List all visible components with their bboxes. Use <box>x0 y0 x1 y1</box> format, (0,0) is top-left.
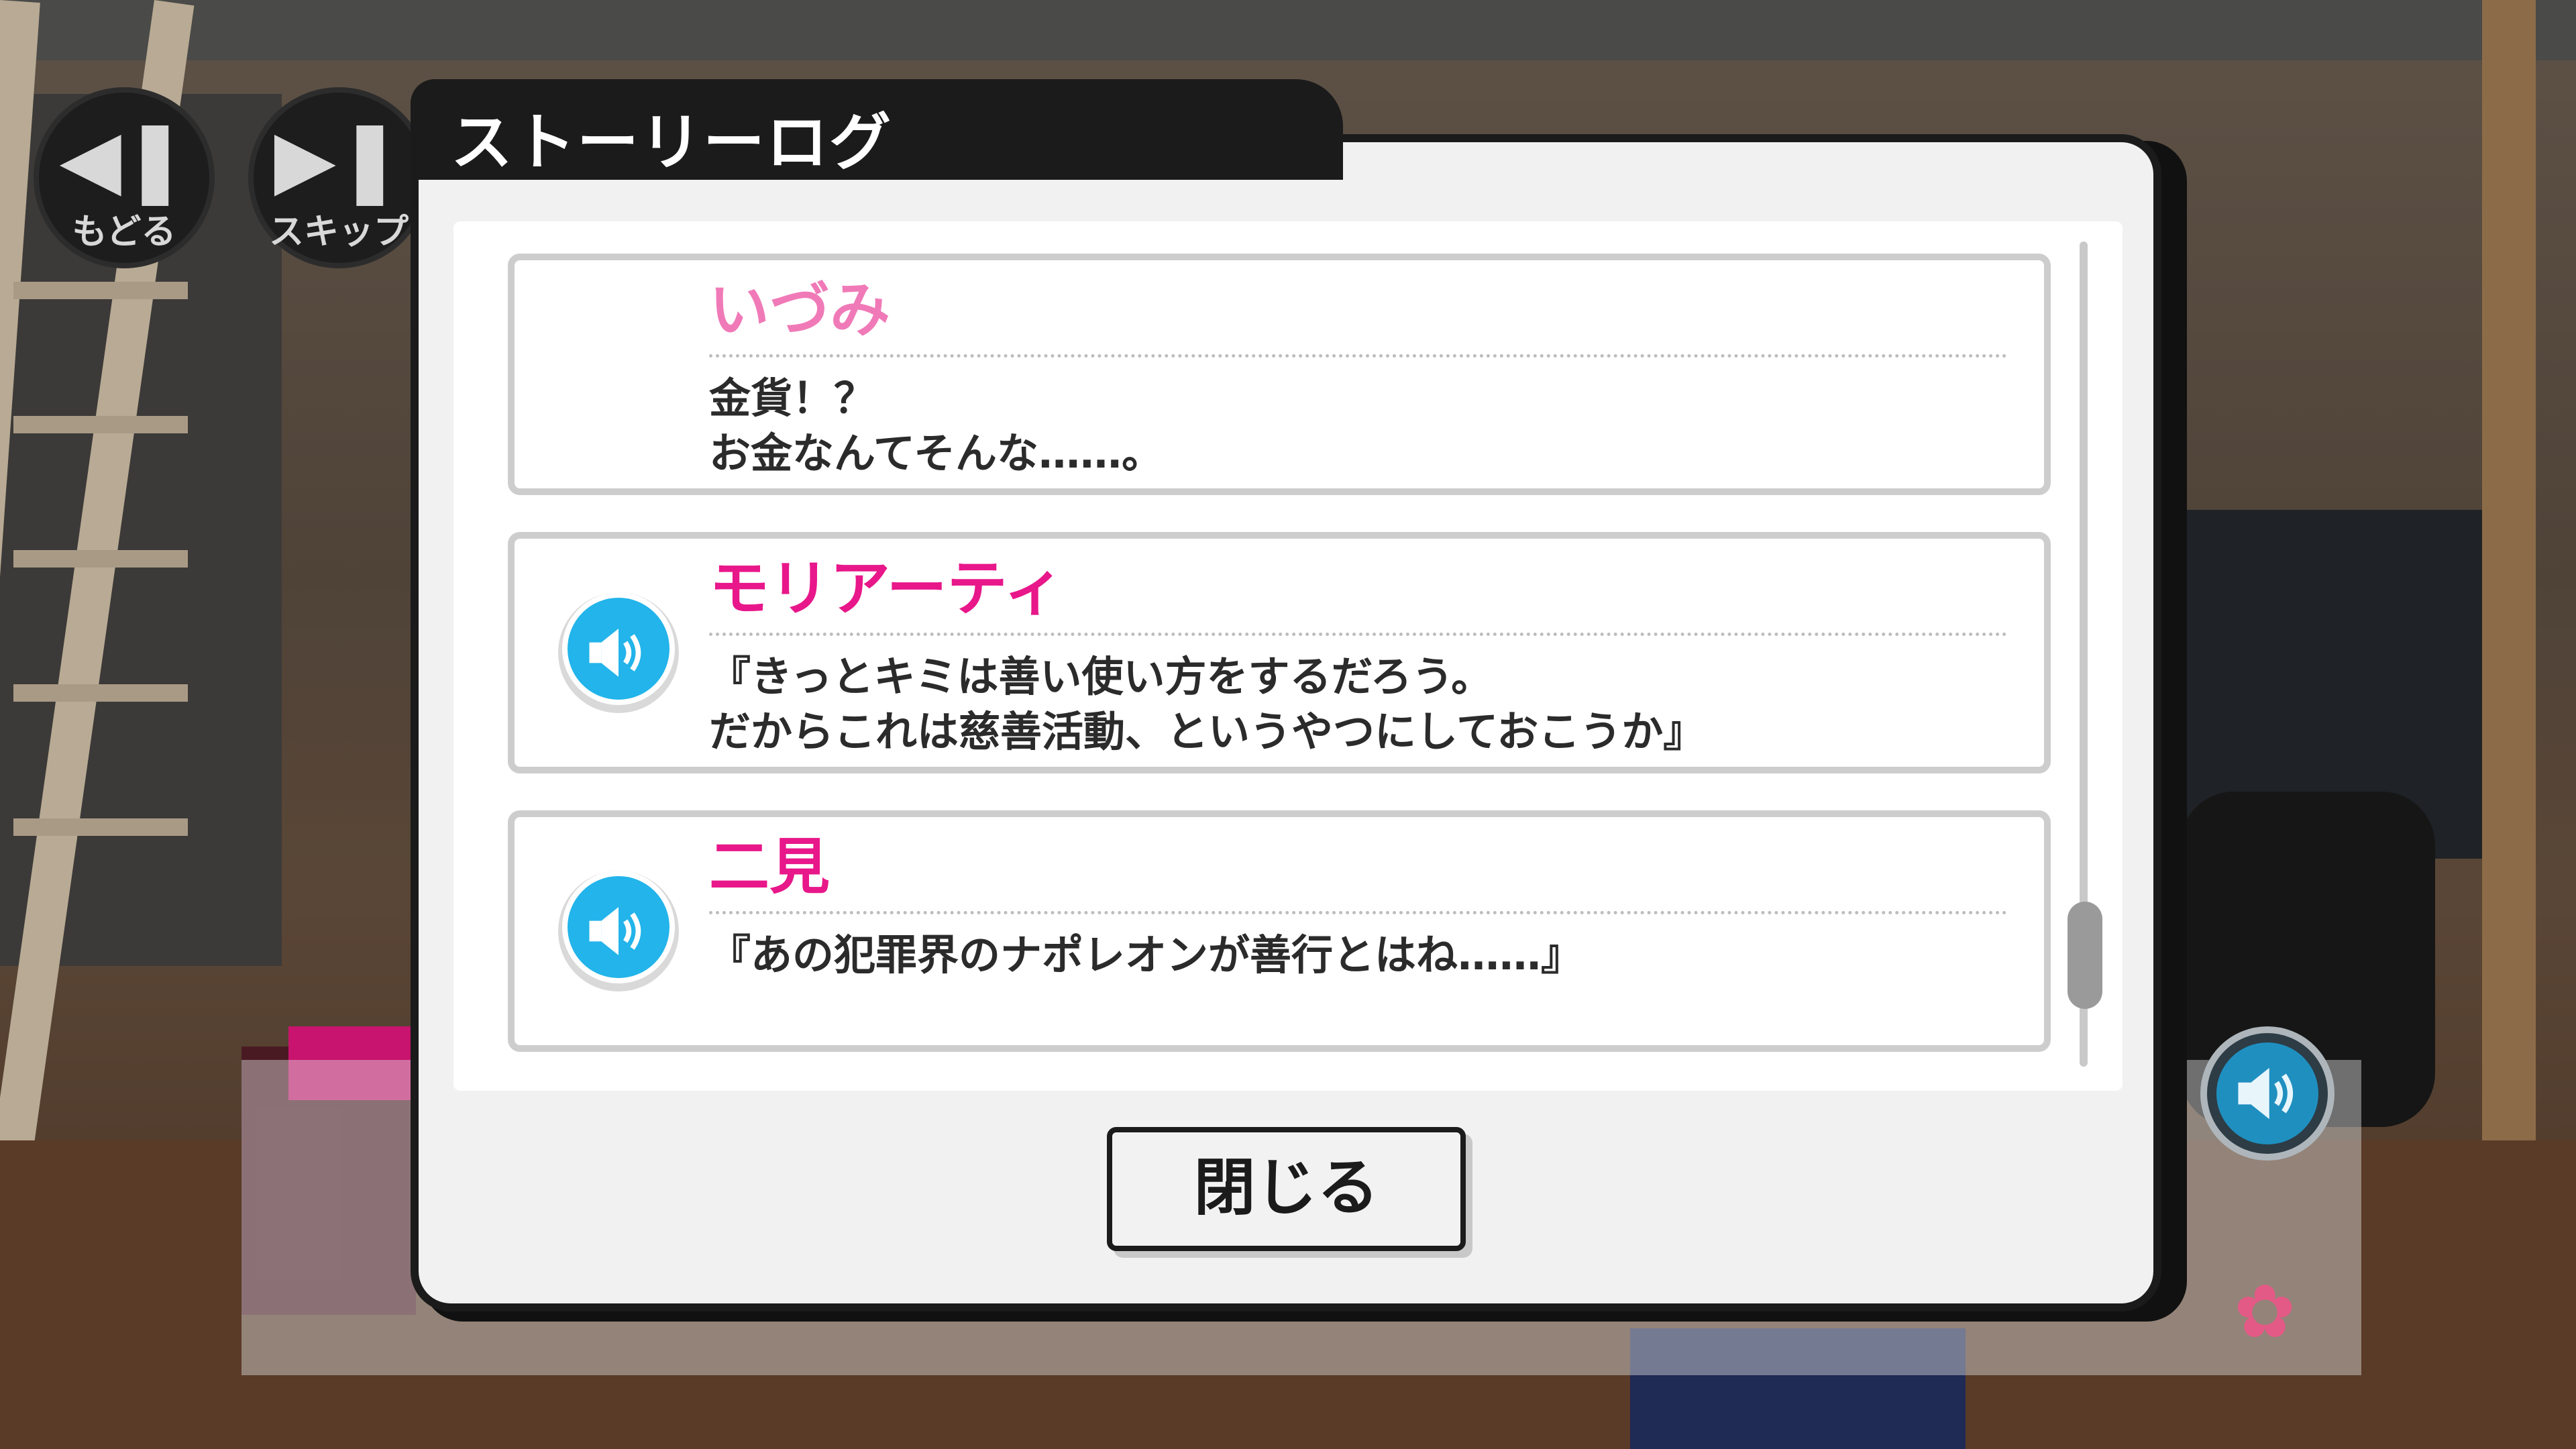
entry-divider <box>709 911 2007 914</box>
speaker-name: いづみ <box>709 275 890 345</box>
skip-icon: ▶❚ <box>274 113 404 206</box>
speaker-icon <box>589 907 641 955</box>
dialog-title: ストーリーログ <box>451 107 893 178</box>
rewind-icon: ◀❚ <box>59 113 189 206</box>
back-button[interactable]: ◀❚ もどる <box>34 87 215 268</box>
skip-button[interactable]: ▶❚ スキップ <box>248 87 429 268</box>
dialogue-text: 『きっとキミは善い使い方をするだろう。 だからこれは慈善活動、というやつにしてお… <box>709 652 1705 756</box>
log-entry: 二見 『あの犯罪界のナポレオンが善行とはね……』 <box>508 810 2051 1052</box>
dialogue-text: 金貨！？ お金なんてそんな……。 <box>709 374 1164 478</box>
entry-divider <box>709 633 2007 636</box>
speaker-icon <box>589 629 641 677</box>
entry-divider <box>709 354 2007 358</box>
close-button-label: 閉じる <box>1193 1152 1379 1224</box>
voice-replay-button[interactable] <box>558 871 679 991</box>
speaker-name: モリアーティ <box>709 553 1065 624</box>
flower-icon: ✿ <box>2234 1269 2296 1354</box>
log-entry: モリアーティ 『きっとキミは善い使い方をするだろう。 だからこれは慈善活動、とい… <box>508 532 2051 773</box>
close-button[interactable]: 閉じる <box>1107 1127 1466 1251</box>
voice-replay-button[interactable] <box>558 592 679 713</box>
skip-label: スキップ <box>268 212 409 252</box>
back-label: もどる <box>72 212 176 252</box>
scrollbar-thumb[interactable] <box>2068 902 2102 1009</box>
dialogue-text: 『あの犯罪界のナポレオンが善行とはね……』 <box>709 930 1583 979</box>
dialog-title-bar: ストーリーログ <box>411 79 1343 180</box>
voice-toggle-button[interactable] <box>2200 1026 2334 1161</box>
log-entry: いづみ 金貨！？ お金なんてそんな……。 <box>508 254 2051 495</box>
speaker-name: 二見 <box>709 832 830 902</box>
speaker-icon <box>2238 1067 2294 1120</box>
